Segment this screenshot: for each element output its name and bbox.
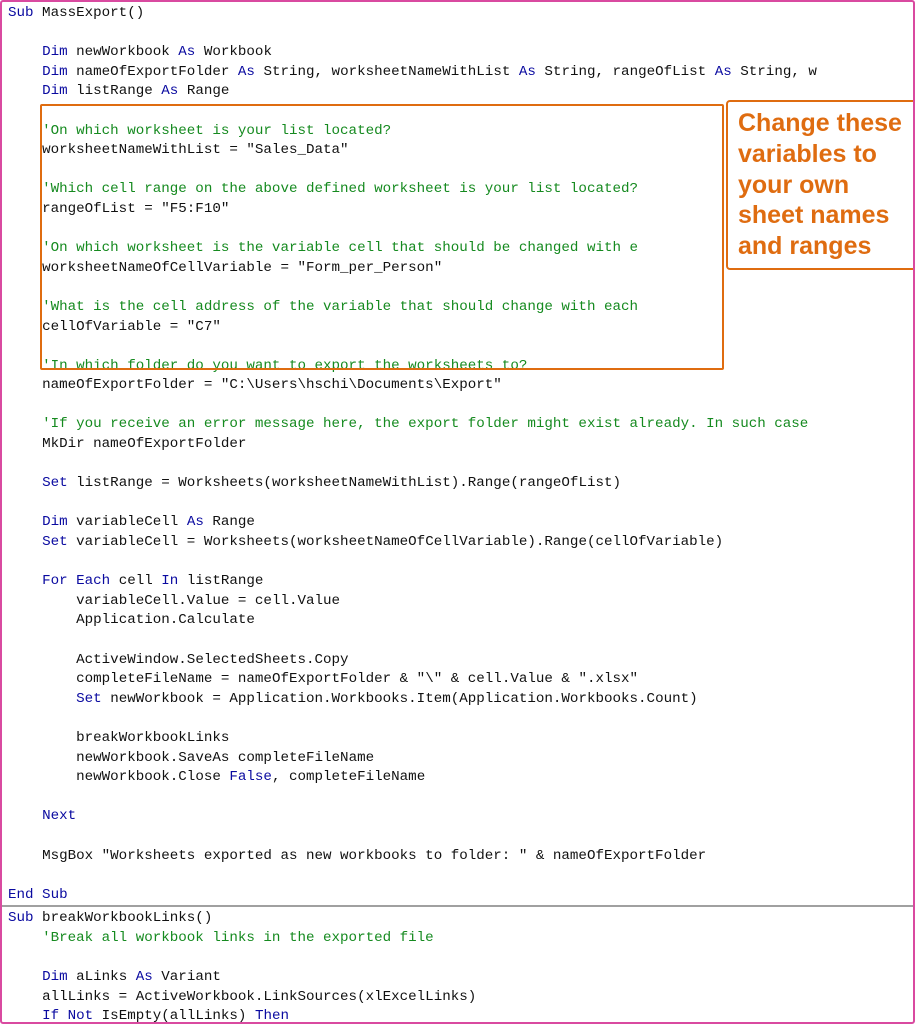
keyword-end-sub: End Sub (8, 887, 68, 903)
procedure-panel-2: Sub breakWorkbookLinks() 'Break all work… (2, 907, 913, 1024)
keyword-sub: Sub (8, 5, 34, 21)
callout-line: and ranges (738, 232, 871, 260)
code-block-breakworkbooklinks: Sub breakWorkbookLinks() 'Break all work… (2, 907, 913, 1024)
comment: 'On which worksheet is the variable cell… (42, 240, 638, 256)
proc-name: MassExport() (34, 5, 145, 21)
keyword-sub: Sub (8, 910, 34, 926)
comment: 'If you receive an error message here, t… (42, 416, 817, 432)
callout-line: sheet names (738, 201, 889, 229)
comment: 'Which cell range on the above defined w… (42, 181, 638, 197)
comment: 'On which worksheet is your list located… (42, 123, 391, 139)
code-document: Sub MassExport() Dim newWorkbook As Work… (0, 0, 915, 1024)
callout-line: variables to (738, 140, 877, 168)
comment: 'In which folder do you want to export t… (42, 358, 527, 374)
callout-line: Change these (738, 109, 902, 137)
comment: 'What is the cell address of the variabl… (42, 299, 638, 315)
proc-name: breakWorkbookLinks() (34, 910, 213, 926)
callout-line: your own (738, 171, 849, 199)
comment: 'Break all workbook links in the exporte… (42, 930, 434, 946)
callout-annotation: Change these variables to your own sheet… (732, 104, 912, 266)
